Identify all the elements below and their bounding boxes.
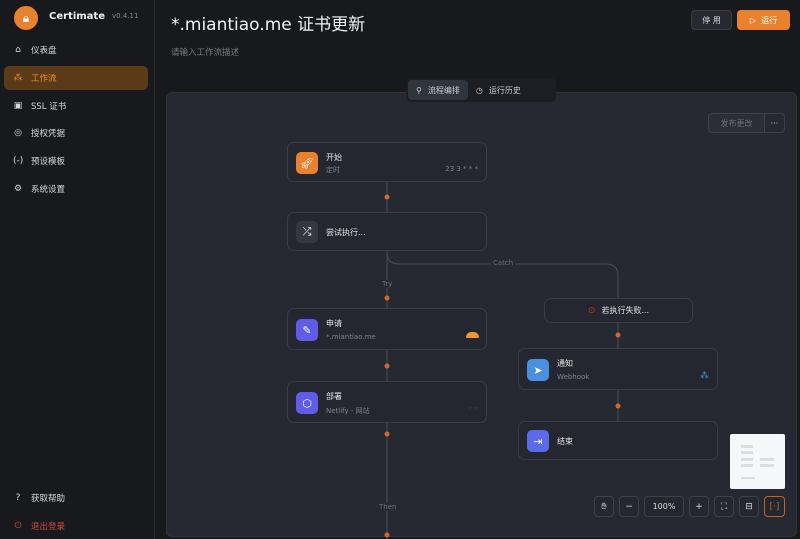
node-title: 开始: [326, 153, 342, 162]
minimap-toggle-button[interactable]: ⊟: [739, 496, 759, 517]
pan-mode-button[interactable]: ✋︎: [594, 496, 614, 517]
minimap[interactable]: [730, 434, 785, 489]
add-node-dot: [384, 295, 390, 301]
cloudflare-icon: [466, 332, 479, 338]
node-deploy[interactable]: ⬡ 部署 Netlify - 网站 ‹··›: [287, 381, 487, 423]
node-start[interactable]: 🚀︎ 开始 定时 23 3 * * *: [287, 142, 487, 182]
zoom-in-button[interactable]: +: [689, 496, 709, 517]
node-subtitle: 定时: [326, 166, 340, 174]
send-icon: ➤: [527, 359, 549, 381]
add-node-dot: [615, 332, 621, 338]
brackets-icon: [·]: [769, 501, 780, 512]
node-title: 申请: [326, 319, 342, 328]
node-subtitle: *.miantiao.me: [326, 333, 376, 341]
add-node-dot: [384, 532, 390, 538]
node-title: 部署: [326, 392, 342, 401]
node-notify[interactable]: ➤ 通知 Webhook ⁂: [518, 348, 718, 390]
node-title: 若执行失败...: [601, 306, 650, 315]
zoom-level[interactable]: 100%: [644, 496, 684, 517]
catch-label: Catch: [491, 259, 516, 267]
try-label: Try: [380, 280, 395, 288]
add-node-dot: [615, 403, 621, 409]
node-title: 尝试执行...: [326, 228, 366, 237]
rocket-icon: 🚀︎: [296, 152, 318, 174]
cron-expression: 23 3 * * *: [445, 165, 478, 173]
node-catch[interactable]: ⊙ 若执行失败...: [544, 298, 693, 323]
minimap-icon: ⊟: [745, 501, 753, 512]
hand-icon: ✋︎: [601, 501, 607, 512]
error-icon: ⊙: [587, 305, 596, 316]
node-subtitle: Webhook: [557, 373, 590, 381]
package-icon: ⬡: [296, 392, 318, 414]
node-subtitle: Netlify - 网站: [326, 407, 370, 415]
apply-icon: ✎: [296, 319, 318, 341]
node-end[interactable]: ⇥ 结束: [518, 421, 718, 460]
webhook-icon: ⁂: [700, 371, 709, 381]
node-title: 通知: [557, 359, 573, 368]
node-try[interactable]: ⤮ 尝试执行...: [287, 212, 487, 251]
node-title: 结束: [557, 437, 573, 446]
exit-icon: ⇥: [527, 430, 549, 452]
add-node-dot: [384, 363, 390, 369]
node-apply[interactable]: ✎ 申请 *.miantiao.me: [287, 308, 487, 350]
fullscreen-icon: ⛶: [720, 501, 728, 512]
fit-view-button[interactable]: ⛶: [714, 496, 734, 517]
add-node-dot: [384, 431, 390, 437]
plus-icon: +: [695, 501, 703, 512]
branch-icon: ⤮: [296, 221, 318, 243]
netlify-icon: ‹··›: [467, 404, 478, 412]
expand-button[interactable]: [·]: [764, 496, 785, 517]
then-label: Then: [377, 503, 399, 511]
zoom-out-button[interactable]: −: [619, 496, 639, 517]
add-node-dot: [384, 194, 390, 200]
minus-icon: −: [625, 501, 633, 512]
